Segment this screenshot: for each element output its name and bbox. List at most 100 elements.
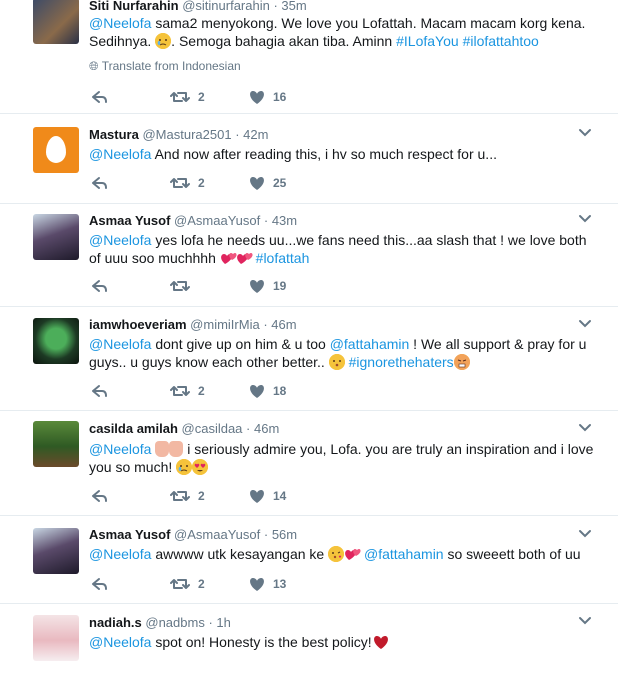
like-button[interactable]: 25 (249, 174, 286, 192)
two-hearts-icon (344, 546, 361, 562)
heart-icon (249, 175, 265, 191)
reply-button[interactable] (91, 487, 108, 505)
display-name[interactable]: Asmaa Yusof (89, 527, 170, 542)
hashtag-link[interactable]: #ilofattahtoo (463, 33, 539, 49)
timestamp[interactable]: 56m (272, 527, 297, 542)
chevron-down-icon[interactable] (578, 317, 592, 331)
username[interactable]: @mimiIrMia (190, 317, 260, 332)
retweet-button[interactable]: 2 (170, 575, 205, 593)
mention-link[interactable]: @fattahamin (330, 336, 410, 352)
like-count: 18 (273, 384, 287, 398)
separator-dot: · (246, 421, 251, 436)
like-button[interactable]: 16 (249, 88, 286, 106)
reply-icon (91, 278, 108, 294)
reply-button[interactable] (91, 277, 108, 295)
angry-face-icon (453, 354, 470, 370)
text-segment: dont give up on him & u too (151, 336, 330, 352)
tweet-text: @Neelofa yes lofa he needs uu...we fans … (89, 231, 599, 267)
retweet-icon (170, 89, 190, 105)
mention-link[interactable]: @Neelofa (89, 546, 151, 562)
tweet: Asmaa Yusof @AsmaaYusof · 56m @Neelofa a… (0, 516, 618, 604)
timestamp[interactable]: 43m (272, 213, 297, 228)
chevron-down-icon[interactable] (578, 126, 592, 140)
like-button[interactable]: 14 (249, 487, 286, 505)
username[interactable]: @Mastura2501 (142, 127, 231, 142)
chevron-down-icon[interactable] (578, 421, 592, 435)
username[interactable]: @sitinurfarahin (182, 0, 270, 13)
tweet-header: nadiah.s @nadbms · 1h (89, 615, 231, 631)
reply-button[interactable] (91, 88, 108, 106)
mention-link[interactable]: @Neelofa (89, 634, 151, 650)
display-name[interactable]: casilda amilah (89, 421, 178, 436)
retweet-button[interactable]: 2 (170, 174, 205, 192)
hashtag-link[interactable]: #ignorethehaters (349, 354, 454, 370)
translate-link[interactable]: 🌐︎ Translate from Indonesian (89, 59, 241, 74)
text-segment: awwww utk kesayangan ke (151, 546, 329, 562)
tweet: nadiah.s @nadbms · 1h @Neelofa spot on! … (0, 604, 618, 684)
heart-icon (249, 488, 265, 504)
separator-dot: · (263, 317, 268, 332)
chevron-down-icon[interactable] (578, 614, 592, 628)
username[interactable]: @casildaa (182, 421, 243, 436)
hashtag-link[interactable]: #ILofaYou (396, 33, 459, 49)
tweet-text: @Neelofa spot on! Honesty is the best po… (89, 633, 599, 651)
hashtag-link[interactable]: #lofattah (256, 250, 310, 266)
display-name[interactable]: Asmaa Yusof (89, 213, 170, 228)
text-segment: yes lofa he needs uu...we fans need this… (89, 232, 587, 266)
display-name[interactable]: iamwhoeveriam (89, 317, 187, 332)
display-name[interactable]: Siti Nurfarahin (89, 0, 179, 13)
timestamp[interactable]: 35m (281, 0, 306, 13)
crying-face-icon (176, 459, 193, 475)
tweet-header: casilda amilah @casildaa · 46m (89, 421, 279, 437)
retweet-button[interactable]: 2 (170, 382, 205, 400)
avatar[interactable] (33, 127, 79, 173)
reply-button[interactable] (91, 575, 108, 593)
heart-icon (249, 89, 265, 105)
avatar[interactable] (33, 0, 79, 44)
display-name[interactable]: nadiah.s (89, 615, 142, 630)
like-button[interactable]: 13 (249, 575, 286, 593)
mention-link[interactable]: @Neelofa (89, 336, 151, 352)
display-name[interactable]: Mastura (89, 127, 139, 142)
timestamp[interactable]: 46m (254, 421, 279, 436)
mention-link[interactable]: @Neelofa (89, 232, 151, 248)
reply-icon (91, 488, 108, 504)
tweet-actions: 2 18 (89, 382, 409, 400)
avatar[interactable] (33, 615, 79, 661)
username[interactable]: @AsmaaYusof (174, 527, 260, 542)
reply-button[interactable] (91, 174, 108, 192)
mention-link[interactable]: @Neelofa (89, 146, 151, 162)
separator-dot: · (263, 213, 269, 228)
heart-eyes-face-icon (192, 459, 209, 475)
tweet-actions: 19 (89, 277, 409, 295)
timestamp[interactable]: 1h (216, 615, 230, 630)
avatar[interactable] (33, 528, 79, 574)
retweet-count: 2 (198, 176, 205, 190)
thumbs-up-icon (155, 441, 170, 457)
separator-dot: · (208, 615, 213, 630)
chevron-down-icon[interactable] (578, 527, 592, 541)
avatar[interactable] (33, 214, 79, 260)
mention-link[interactable]: @Neelofa (89, 15, 151, 31)
username[interactable]: @AsmaaYusof (174, 213, 260, 228)
chevron-down-icon[interactable] (578, 212, 592, 226)
tweet-header: iamwhoeveriam @mimiIrMia · 46m (89, 317, 297, 333)
tweet-header: Asmaa Yusof @AsmaaYusof · 43m (89, 213, 297, 229)
timestamp[interactable]: 42m (243, 127, 268, 142)
username[interactable]: @nadbms (145, 615, 204, 630)
mention-link[interactable]: @fattahamin (364, 546, 444, 562)
reply-button[interactable] (91, 382, 108, 400)
heart-icon (249, 383, 265, 399)
crying-face-icon (155, 33, 172, 49)
retweet-button[interactable]: 2 (170, 487, 205, 505)
like-button[interactable]: 18 (249, 382, 286, 400)
mention-link[interactable]: @Neelofa (89, 441, 151, 457)
tweet-text: @Neelofa awwww utk kesayangan ke @fattah… (89, 545, 599, 563)
like-button[interactable]: 19 (249, 277, 286, 295)
retweet-count: 2 (198, 384, 205, 398)
avatar[interactable] (33, 318, 79, 364)
timestamp[interactable]: 46m (271, 317, 296, 332)
retweet-button[interactable] (170, 277, 198, 295)
avatar[interactable] (33, 421, 79, 467)
retweet-button[interactable]: 2 (170, 88, 205, 106)
